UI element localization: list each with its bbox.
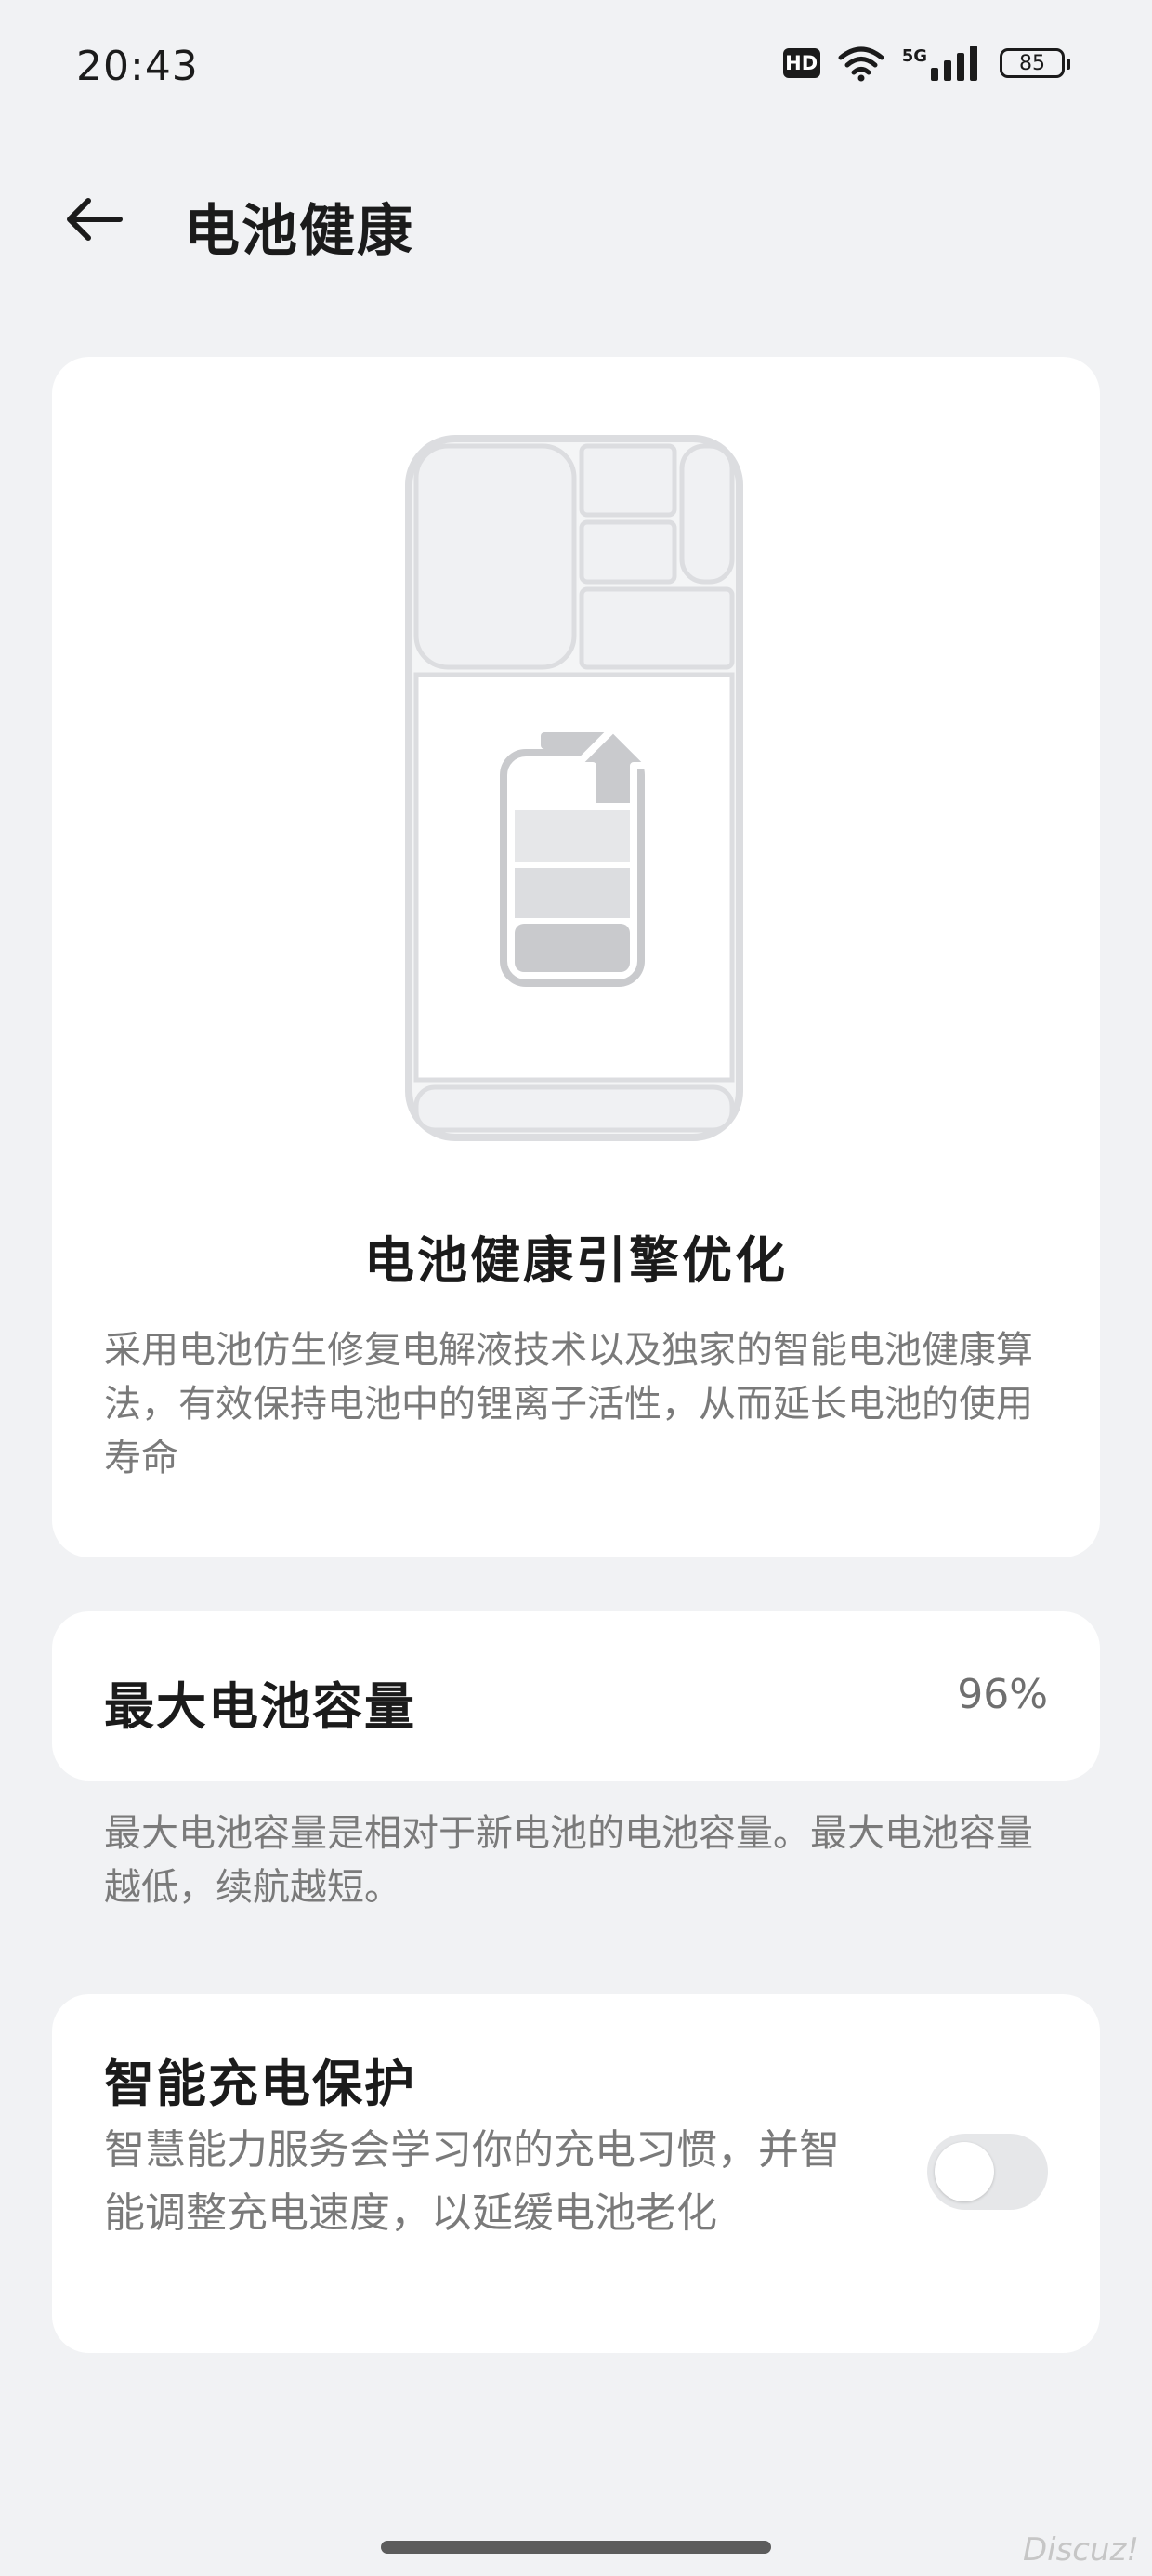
battery-icon: 85	[1000, 48, 1070, 78]
max-capacity-label: 最大电池容量	[104, 1677, 416, 1736]
toggle-knob	[935, 2142, 994, 2201]
battery-level: 85	[1019, 51, 1045, 75]
wifi-icon	[838, 46, 884, 82]
home-indicator[interactable]	[381, 2541, 771, 2554]
engine-optimization-title: 电池健康引擎优化	[364, 1231, 788, 1290]
battery-charging-phone-illustration	[405, 435, 743, 1141]
back-button[interactable]	[52, 186, 136, 253]
cellular-5g-icon: 5G	[902, 46, 977, 81]
smart-charging-toggle[interactable]	[927, 2134, 1048, 2210]
arrow-left-icon	[67, 198, 123, 241]
status-icons: HD 5G 85	[782, 45, 1070, 82]
max-capacity-value: 96%	[957, 1671, 1048, 1718]
page-title: 电池健康	[184, 199, 414, 264]
engine-optimization-description: 采用电池仿生修复电解液技术以及独家的智能电池健康算法，有效保持电池中的锂离子活性…	[104, 1329, 1033, 1479]
battery-health-engine-card: 电池健康引擎优化 采用电池仿生修复电解液技术以及独家的智能电池健康算法，有效保持…	[52, 357, 1100, 1557]
status-time: 20:43	[76, 43, 199, 90]
watermark-text: Discuz!	[1022, 2531, 1139, 2569]
network-type-label: 5G	[901, 46, 927, 66]
smart-charging-description: 智慧能力服务会学习你的充电习惯，并智能调整充电速度，以延缓电池老化	[104, 2126, 840, 2237]
hd-icon: HD	[782, 48, 820, 78]
smart-charging-title: 智能充电保护	[104, 2055, 416, 2113]
max-capacity-card: 最大电池容量 96%	[52, 1611, 1100, 1781]
smart-charging-card[interactable]: 智能充电保护 智慧能力服务会学习你的充电习惯，并智能调整充电速度，以延缓电池老化	[52, 1994, 1100, 2353]
max-capacity-note: 最大电池容量是相对于新电池的电池容量。最大电池容量越低，续航越短。	[104, 1812, 1033, 1909]
